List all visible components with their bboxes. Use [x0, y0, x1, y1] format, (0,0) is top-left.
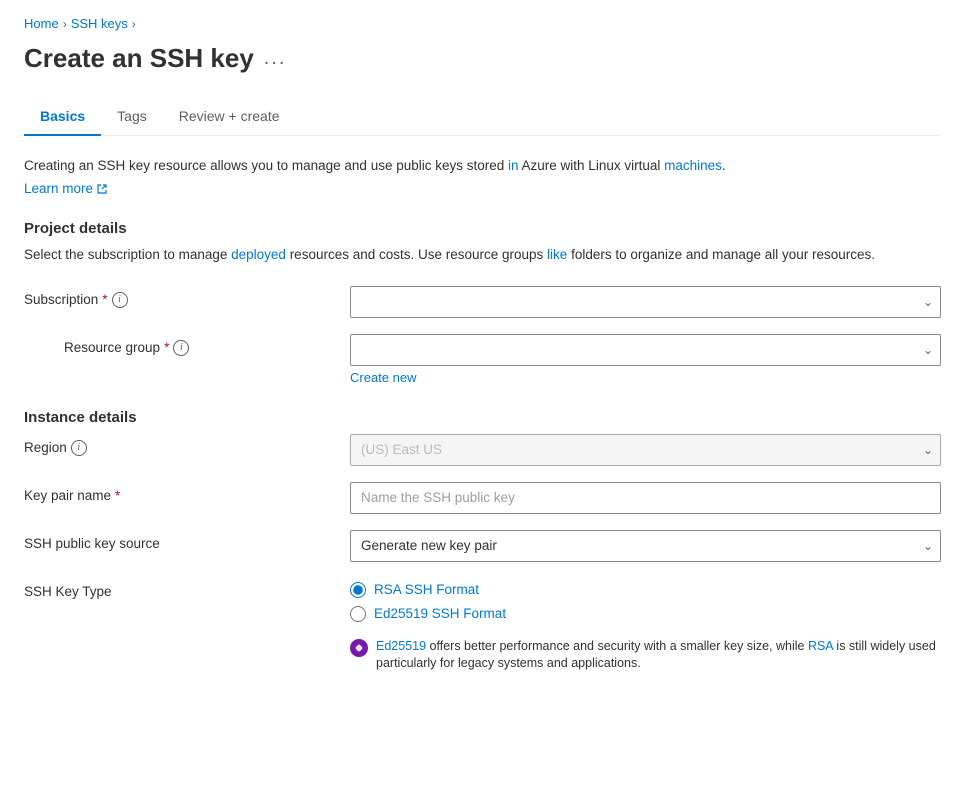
external-link-icon — [96, 183, 108, 195]
ed25519-radio-label: Ed25519 SSH Format — [374, 606, 506, 621]
key-pair-name-label-col: Key pair name * — [24, 482, 334, 503]
rsa-radio-input[interactable] — [350, 582, 366, 598]
ed25519-radio-input[interactable] — [350, 606, 366, 622]
rsa-radio-item[interactable]: RSA SSH Format — [350, 582, 941, 598]
subscription-row: Subscription * i ⌄ — [24, 286, 941, 318]
instance-details-section: Instance details Region i (US) East US ⌄… — [24, 409, 941, 673]
rsa-radio-label: RSA SSH Format — [374, 582, 479, 597]
tab-tags[interactable]: Tags — [101, 98, 163, 136]
resource-group-label: Resource group — [64, 340, 160, 355]
ssh-key-type-label: SSH Key Type — [24, 584, 112, 599]
tab-review-create[interactable]: Review + create — [163, 98, 296, 136]
resource-group-info-icon[interactable]: i — [173, 340, 189, 356]
breadcrumb-separator-2: › — [132, 17, 136, 31]
key-pair-name-input[interactable] — [350, 482, 941, 514]
ssh-public-key-source-label-col: SSH public key source — [24, 530, 334, 551]
project-details-title: Project details — [24, 220, 941, 237]
region-row: Region i (US) East US ⌄ — [24, 434, 941, 466]
note-text: Ed25519 offers better performance and se… — [376, 638, 941, 673]
region-control: (US) East US ⌄ — [350, 434, 941, 466]
learn-more-link[interactable]: Learn more — [24, 181, 108, 196]
subscription-required: * — [102, 292, 107, 307]
resource-group-label-col: Resource group * i — [64, 334, 334, 356]
resource-group-select[interactable] — [350, 334, 941, 366]
resource-group-control: ⌄ Create new — [350, 334, 941, 385]
note-icon — [350, 639, 368, 657]
ssh-source-select[interactable]: Generate new key pair Use existing key s… — [350, 530, 941, 562]
ssh-public-key-source-row: SSH public key source Generate new key p… — [24, 530, 941, 562]
page-title-row: Create an SSH key ... — [24, 43, 941, 74]
ssh-key-type-note: Ed25519 offers better performance and se… — [350, 638, 941, 673]
region-info-icon[interactable]: i — [71, 440, 87, 456]
tab-basics[interactable]: Basics — [24, 98, 101, 136]
breadcrumb-home[interactable]: Home — [24, 16, 59, 31]
intro-text: Creating an SSH key resource allows you … — [24, 156, 941, 176]
resource-group-row: Resource group * i ⌄ Create new — [24, 334, 941, 385]
key-pair-name-label: Key pair name — [24, 488, 111, 503]
project-details-desc: Select the subscription to manage deploy… — [24, 245, 941, 265]
ssh-source-select-wrapper: Generate new key pair Use existing key s… — [350, 530, 941, 562]
subscription-select[interactable] — [350, 286, 941, 318]
key-pair-name-row: Key pair name * — [24, 482, 941, 514]
ed25519-radio-item[interactable]: Ed25519 SSH Format — [350, 606, 941, 622]
resource-group-select-wrapper: ⌄ — [350, 334, 941, 366]
instance-details-title: Instance details — [24, 409, 941, 426]
resource-group-required: * — [164, 340, 169, 355]
ssh-public-key-source-control: Generate new key pair Use existing key s… — [350, 530, 941, 562]
region-label-col: Region i — [24, 434, 334, 456]
page-title: Create an SSH key — [24, 43, 254, 74]
subscription-info-icon[interactable]: i — [112, 292, 128, 308]
ssh-public-key-source-label: SSH public key source — [24, 536, 160, 551]
key-pair-name-required: * — [115, 488, 120, 503]
breadcrumb-sshkeys[interactable]: SSH keys — [71, 16, 128, 31]
subscription-control: ⌄ — [350, 286, 941, 318]
breadcrumb: Home › SSH keys › — [24, 16, 941, 31]
subscription-select-wrapper: ⌄ — [350, 286, 941, 318]
project-details-section: Project details Select the subscription … — [24, 220, 941, 384]
breadcrumb-separator-1: › — [63, 17, 67, 31]
subscription-label: Subscription — [24, 292, 98, 307]
region-label: Region — [24, 440, 67, 455]
create-new-link[interactable]: Create new — [350, 370, 941, 385]
key-pair-name-control — [350, 482, 941, 514]
ssh-key-type-row: SSH Key Type RSA SSH Format Ed25519 SSH … — [24, 578, 941, 673]
ssh-key-type-label-col: SSH Key Type — [24, 578, 334, 599]
tab-bar: Basics Tags Review + create — [24, 98, 941, 136]
region-select-wrapper: (US) East US ⌄ — [350, 434, 941, 466]
region-select[interactable]: (US) East US — [350, 434, 941, 466]
ssh-key-type-radio-group: RSA SSH Format Ed25519 SSH Format Ed2551… — [350, 578, 941, 673]
more-options-button[interactable]: ... — [264, 47, 287, 70]
subscription-label-col: Subscription * i — [24, 286, 334, 308]
ssh-key-type-control: RSA SSH Format Ed25519 SSH Format Ed2551… — [350, 578, 941, 673]
